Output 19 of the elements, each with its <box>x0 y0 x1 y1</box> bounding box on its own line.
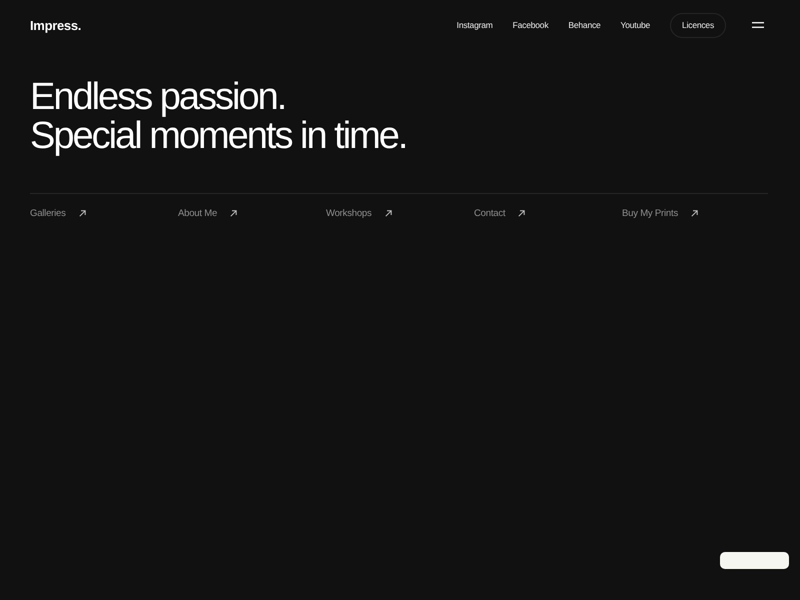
page-link[interactable]: Contact <box>474 208 506 219</box>
page-link[interactable]: Workshops <box>326 208 372 219</box>
page-link[interactable]: About Me <box>178 208 218 219</box>
nav-link[interactable]: Instagram <box>456 20 493 30</box>
nav-link[interactable]: Behance <box>568 20 601 30</box>
licences-button[interactable]: Licences <box>670 12 726 38</box>
page-link[interactable]: Buy My Prints <box>622 208 678 219</box>
menu-icon[interactable] <box>752 22 764 28</box>
arrow-up-right-icon <box>384 210 392 217</box>
nav-link[interactable]: Youtube <box>620 20 650 30</box>
corner-pill[interactable] <box>720 552 789 569</box>
arrow-up-right-icon <box>78 210 86 217</box>
arrow-up-right-icon <box>518 210 526 217</box>
arrow-up-right-icon <box>691 210 698 217</box>
hero-heading: Endless passion. Special moments in time. <box>30 78 408 156</box>
logo[interactable]: Impress. <box>30 18 82 33</box>
arrow-up-right-icon <box>230 210 238 217</box>
nav-link[interactable]: Facebook <box>512 20 548 30</box>
page-link[interactable]: Galleries <box>30 208 66 219</box>
